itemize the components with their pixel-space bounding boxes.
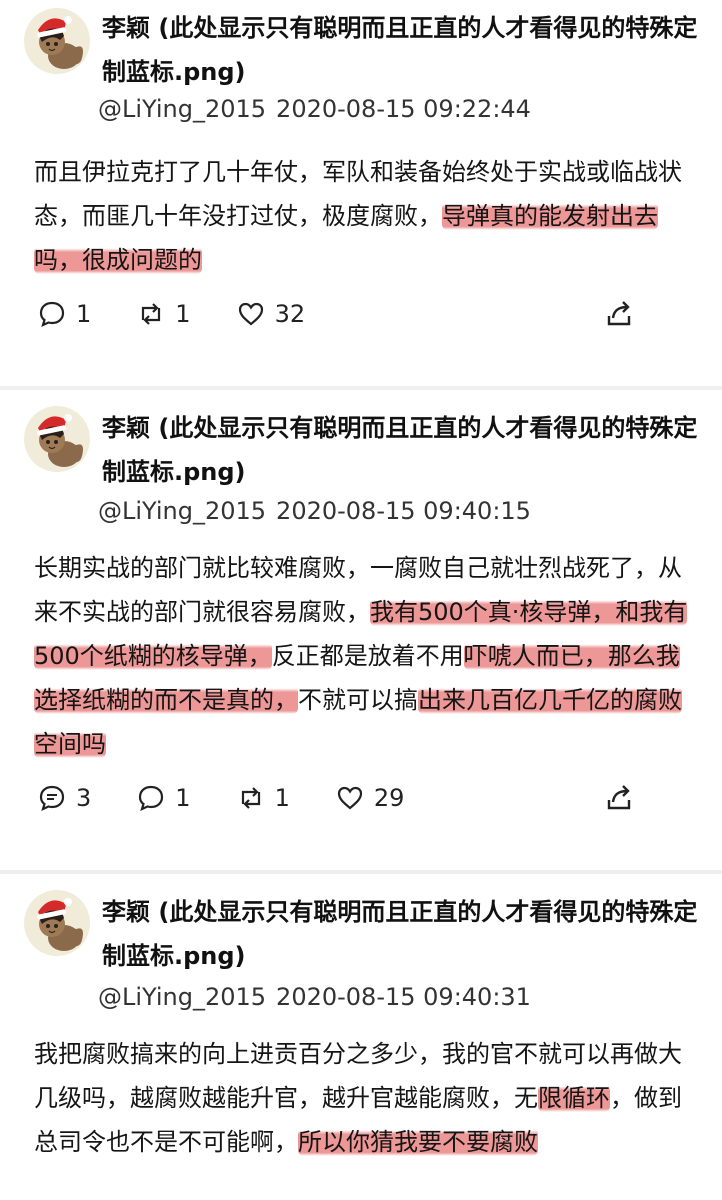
avatar[interactable] — [24, 406, 90, 472]
author-handle[interactable]: @LiYing_2015 — [98, 497, 266, 525]
post-timestamp[interactable]: 2020-08-15 09:40:15 — [276, 497, 531, 525]
like-count: 29 — [373, 784, 405, 812]
repost-button[interactable]: 1 — [237, 784, 290, 812]
post-text: 我把腐败搞来的向上进贡百分之多少，我的官不就可以再做大几级吗，越腐败越能升官，越… — [34, 1032, 702, 1164]
author-handle[interactable]: @LiYing_2015 — [98, 983, 266, 1011]
author-handle-and-time: @LiYing_2015 2020-08-15 09:40:31 — [98, 980, 531, 1014]
repost-button[interactable]: 1 — [137, 300, 191, 328]
post-timestamp[interactable]: 2020-08-15 09:40:31 — [276, 983, 531, 1011]
author-handle-and-time: @LiYing_2015 2020-08-15 09:40:15 — [98, 494, 531, 528]
author-name[interactable]: 李颖 (此处显示只有聪明而且正直的人才看得见的特殊定制蓝标.png) — [102, 890, 702, 978]
post-text: 长期实战的部门就比较难腐败，一腐败自己就壮烈战死了，从来不实战的部门就很容易腐败… — [34, 546, 702, 766]
author-name[interactable]: 李颖 (此处显示只有聪明而且正直的人才看得见的特殊定制蓝标.png) — [102, 6, 702, 94]
share-button[interactable] — [604, 298, 636, 336]
text-segment: 不就可以搞 — [298, 686, 418, 714]
repost-count: 1 — [175, 300, 191, 328]
quote-count: 3 — [76, 784, 92, 812]
author-name[interactable]: 李颖 (此处显示只有聪明而且正直的人才看得见的特殊定制蓝标.png) — [102, 406, 702, 494]
santa-hat-dog-avatar-icon — [37, 414, 83, 467]
avatar[interactable] — [24, 890, 90, 956]
repost-count: 1 — [274, 784, 290, 812]
tweet-card-2: 李颖 (此处显示只有聪明而且正直的人才看得见的特殊定制蓝标.png) @LiYi… — [0, 390, 722, 870]
share-button[interactable] — [604, 782, 636, 820]
like-count: 32 — [274, 300, 306, 328]
speech-bubble-icon — [39, 301, 65, 328]
author-handle[interactable]: @LiYing_2015 — [98, 95, 266, 123]
santa-hat-dog-avatar-icon — [37, 898, 83, 951]
action-bar: 1 1 32 — [38, 296, 702, 332]
post-text: 而且伊拉克打了几十年仗，军队和装备始终处于实战或临战状态，而匪几十年没打过仗，极… — [34, 150, 702, 282]
tweet-card-3: 李颖 (此处显示只有聪明而且正直的人才看得见的特殊定制蓝标.png) @LiYi… — [0, 874, 722, 1200]
santa-hat-dog-avatar-icon — [37, 16, 83, 69]
quote-bubble-icon — [39, 785, 65, 812]
like-button[interactable]: 32 — [237, 300, 306, 328]
like-button[interactable]: 29 — [336, 784, 405, 812]
highlighted-text: 所以你猜我要不要腐败 — [298, 1128, 538, 1156]
share-icon — [607, 301, 631, 326]
heart-icon — [238, 302, 263, 326]
reply-button[interactable]: 1 — [38, 300, 91, 328]
avatar[interactable] — [24, 8, 90, 74]
quote-button[interactable]: 3 — [38, 784, 91, 812]
highlighted-text: 限循环 — [538, 1084, 610, 1112]
author-handle-and-time: @LiYing_2015 2020-08-15 09:22:44 — [98, 92, 531, 126]
reply-button[interactable]: 1 — [137, 784, 191, 812]
tweet-card-1: 李颖 (此处显示只有聪明而且正直的人才看得见的特殊定制蓝标.png) @LiYi… — [0, 0, 722, 386]
heart-icon — [337, 786, 362, 810]
share-icon — [607, 785, 631, 810]
post-timestamp[interactable]: 2020-08-15 09:22:44 — [276, 95, 531, 123]
repost-arrows-icon — [142, 303, 161, 325]
reply-count: 1 — [175, 784, 191, 812]
text-segment: 反正都是放着不用 — [271, 642, 464, 670]
speech-bubble-icon — [139, 785, 164, 812]
repost-arrows-icon — [241, 787, 260, 809]
reply-count: 1 — [76, 300, 92, 328]
action-bar: 3 1 1 29 — [38, 780, 702, 816]
